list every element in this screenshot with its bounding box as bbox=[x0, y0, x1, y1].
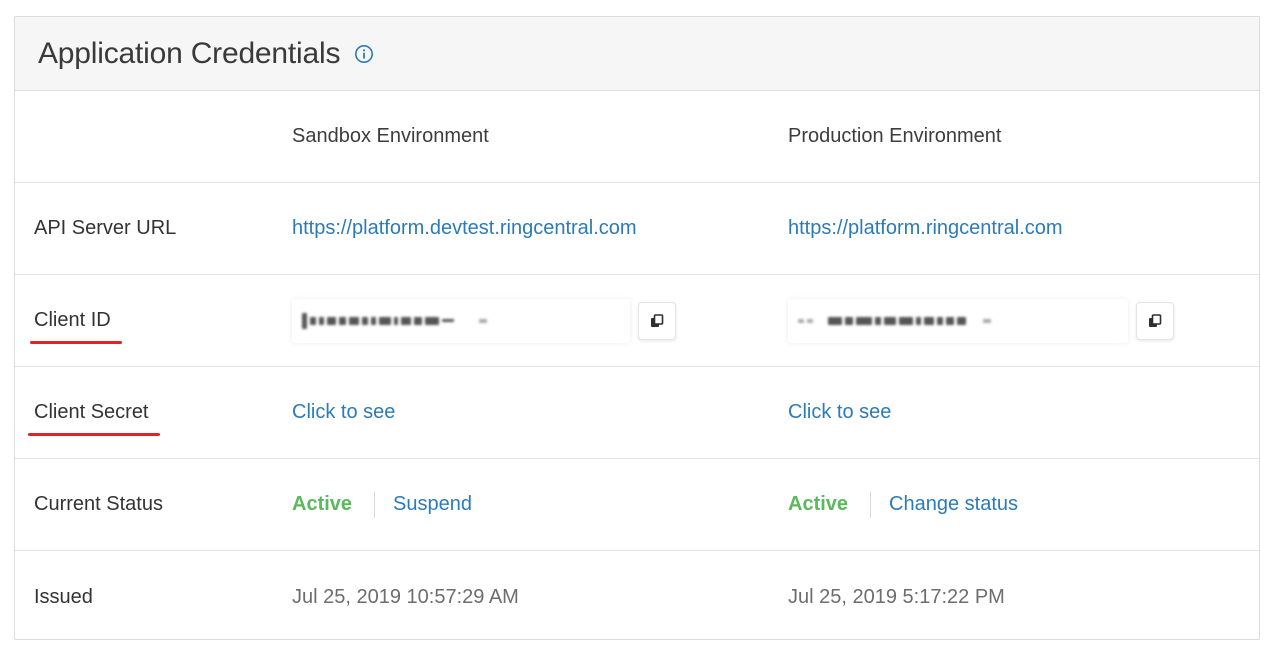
table-row: Current Status Active Suspend Active Cha… bbox=[15, 459, 1259, 551]
table-row: API Server URL https://platform.devtest.… bbox=[15, 183, 1259, 275]
production-api-url-link[interactable]: https://platform.ringcentral.com bbox=[788, 217, 1063, 240]
annotation-underline bbox=[28, 433, 160, 436]
table-row: Issued Jul 25, 2019 10:57:29 AM Jul 25, … bbox=[15, 551, 1259, 639]
page-title: Application Credentials bbox=[38, 36, 341, 70]
divider bbox=[374, 491, 376, 518]
production-status-badge: Active bbox=[788, 493, 849, 515]
application-credentials-panel: Application Credentials Sandbox Environm… bbox=[14, 16, 1260, 640]
production-client-secret-reveal-link[interactable]: Click to see bbox=[788, 401, 891, 424]
client-secret-label-text: Client Secret bbox=[34, 401, 149, 423]
annotation-underline bbox=[30, 341, 122, 344]
copy-icon bbox=[651, 313, 664, 327]
production-client-id-field[interactable] bbox=[788, 298, 1128, 343]
sandbox-client-id-field[interactable] bbox=[292, 298, 630, 343]
sandbox-api-url-link[interactable]: https://platform.devtest.ringcentral.com bbox=[292, 217, 637, 240]
divider bbox=[870, 491, 872, 518]
copy-icon bbox=[1149, 313, 1162, 327]
change-status-link[interactable]: Change status bbox=[889, 493, 1018, 516]
copy-button[interactable] bbox=[1136, 301, 1174, 340]
client-id-label-text: Client ID bbox=[34, 309, 111, 331]
info-icon[interactable] bbox=[354, 44, 374, 64]
production-column-header: Production Environment bbox=[788, 125, 1002, 147]
table-row: Client Secret Click to see Click to see bbox=[15, 367, 1259, 459]
table-row: Client ID bbox=[15, 275, 1259, 367]
panel-header: Application Credentials bbox=[15, 17, 1259, 91]
sandbox-column-header: Sandbox Environment bbox=[292, 125, 489, 147]
sandbox-status-badge: Active bbox=[292, 493, 353, 515]
table-header-row: Sandbox Environment Production Environme… bbox=[15, 91, 1259, 183]
api-server-url-label: API Server URL bbox=[34, 217, 177, 239]
client-secret-label: Client Secret bbox=[28, 401, 160, 436]
sandbox-client-secret-reveal-link[interactable]: Click to see bbox=[292, 401, 395, 424]
redacted-value bbox=[302, 312, 487, 329]
copy-button[interactable] bbox=[638, 301, 676, 340]
current-status-label: Current Status bbox=[34, 493, 163, 515]
redacted-value bbox=[798, 316, 991, 325]
suspend-link[interactable]: Suspend bbox=[393, 493, 472, 516]
production-issued-date: Jul 25, 2019 5:17:22 PM bbox=[788, 585, 1005, 608]
issued-label: Issued bbox=[34, 585, 93, 608]
sandbox-issued-date: Jul 25, 2019 10:57:29 AM bbox=[292, 585, 519, 608]
client-id-label: Client ID bbox=[30, 309, 122, 344]
